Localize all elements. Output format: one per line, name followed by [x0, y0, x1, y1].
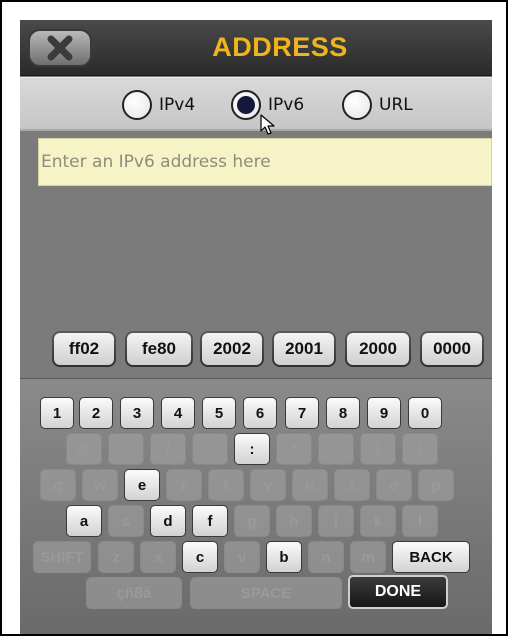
key-6[interactable]: 6: [243, 397, 277, 429]
key-9[interactable]: 9: [367, 397, 401, 429]
prefix-label: 2002: [202, 333, 262, 365]
key-accents[interactable]: çñßà: [86, 577, 182, 609]
close-x-icon: [47, 35, 73, 61]
key-j[interactable]: j: [318, 505, 354, 537]
key-asterisk[interactable]: *: [276, 433, 312, 465]
key-d[interactable]: d: [150, 505, 186, 537]
key-back[interactable]: BACK: [392, 541, 470, 573]
key-n[interactable]: n: [308, 541, 344, 573]
key-7[interactable]: 7: [285, 397, 319, 429]
prefix-button-2001[interactable]: 2001: [272, 331, 336, 367]
radio-ipv6-label: IPv6: [268, 95, 305, 115]
key-4[interactable]: 4: [161, 397, 195, 429]
on-screen-keyboard: 1 2 3 4 5 6 7 8 9 0 @ - / . : * _ ( ) q …: [20, 378, 492, 634]
key-m[interactable]: m: [350, 541, 386, 573]
key-l[interactable]: l: [402, 505, 438, 537]
header-bar: ADDRESS: [20, 20, 492, 76]
close-button[interactable]: [28, 29, 92, 67]
key-v[interactable]: v: [224, 541, 260, 573]
key-c[interactable]: c: [182, 541, 218, 573]
key-k[interactable]: k: [360, 505, 396, 537]
key-e[interactable]: e: [124, 469, 160, 501]
key-s[interactable]: s: [108, 505, 144, 537]
key-b[interactable]: b: [266, 541, 302, 573]
key-q[interactable]: q: [40, 469, 76, 501]
key-f[interactable]: f: [192, 505, 228, 537]
key-1[interactable]: 1: [40, 397, 74, 429]
prefix-shortcuts: ff02 fe80 2002 2001 2000 0000: [20, 331, 492, 369]
key-3[interactable]: 3: [120, 397, 154, 429]
prefix-button-2002[interactable]: 2002: [200, 331, 264, 367]
address-input-placeholder: Enter an IPv6 address here: [41, 152, 271, 172]
key-5[interactable]: 5: [202, 397, 236, 429]
key-g[interactable]: g: [234, 505, 270, 537]
prefix-label: 2000: [347, 333, 409, 365]
key-t[interactable]: t: [208, 469, 244, 501]
key-x[interactable]: x: [140, 541, 176, 573]
key-z[interactable]: z: [98, 541, 134, 573]
key-colon[interactable]: :: [234, 433, 270, 465]
radio-url-label: URL: [379, 95, 413, 115]
key-y[interactable]: y: [250, 469, 286, 501]
key-underscore[interactable]: _: [318, 433, 354, 465]
key-i[interactable]: i: [334, 469, 370, 501]
mouse-pointer-icon: [260, 114, 275, 135]
key-o[interactable]: o: [376, 469, 412, 501]
page-title: ADDRESS: [212, 32, 348, 62]
radio-ipv4-label: IPv4: [159, 95, 196, 115]
key-open-paren[interactable]: (: [360, 433, 396, 465]
window-frame: ADDRESS IPv4 IPv6 URL Enter an IPv6 addr…: [0, 0, 508, 636]
radio-url[interactable]: URL: [342, 90, 413, 120]
key-2[interactable]: 2: [79, 397, 113, 429]
key-p[interactable]: p: [418, 469, 454, 501]
prefix-label: ff02: [54, 333, 114, 365]
key-dash[interactable]: -: [108, 433, 144, 465]
key-0[interactable]: 0: [408, 397, 442, 429]
key-close-paren[interactable]: ): [402, 433, 438, 465]
prefix-label: 0000: [422, 333, 482, 365]
done-button[interactable]: DONE: [348, 575, 448, 609]
key-slash[interactable]: /: [150, 433, 186, 465]
prefix-button-0000[interactable]: 0000: [420, 331, 484, 367]
key-u[interactable]: u: [292, 469, 328, 501]
key-8[interactable]: 8: [326, 397, 360, 429]
key-w[interactable]: w: [82, 469, 118, 501]
radio-ipv4[interactable]: IPv4: [122, 90, 195, 120]
prefix-button-ff02[interactable]: ff02: [52, 331, 116, 367]
radio-ipv6-circle[interactable]: [231, 90, 261, 120]
key-at[interactable]: @: [66, 433, 102, 465]
key-dot[interactable]: .: [192, 433, 228, 465]
key-h[interactable]: h: [276, 505, 312, 537]
prefix-label: 2001: [274, 333, 334, 365]
radio-url-circle[interactable]: [342, 90, 372, 120]
key-shift[interactable]: SHIFT: [33, 541, 91, 573]
address-input[interactable]: Enter an IPv6 address here: [38, 138, 492, 186]
address-type-selector: IPv4 IPv6 URL: [20, 77, 492, 131]
prefix-label: fe80: [127, 333, 191, 365]
radio-ipv4-circle[interactable]: [122, 90, 152, 120]
key-space[interactable]: SPACE: [190, 577, 342, 609]
address-screen: ADDRESS IPv4 IPv6 URL Enter an IPv6 addr…: [20, 20, 492, 634]
prefix-button-fe80[interactable]: fe80: [125, 331, 193, 367]
prefix-button-2000[interactable]: 2000: [345, 331, 411, 367]
key-r[interactable]: r: [166, 469, 202, 501]
key-a[interactable]: a: [66, 505, 102, 537]
